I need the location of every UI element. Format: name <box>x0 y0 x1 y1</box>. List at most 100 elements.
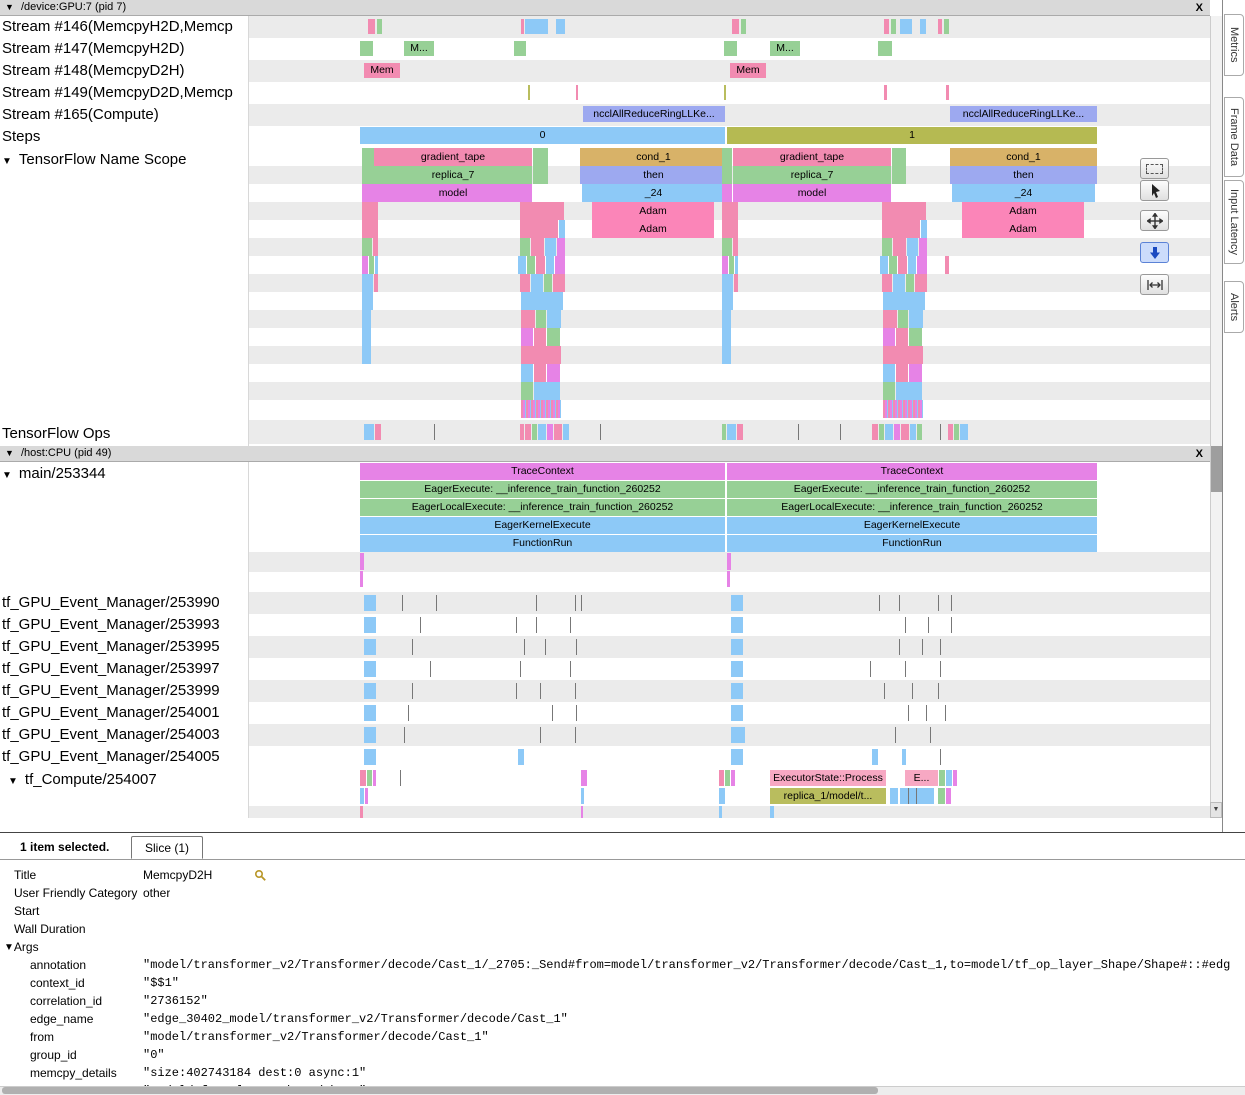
marquee-tool-button[interactable] <box>1140 158 1169 179</box>
trace-event[interactable] <box>722 148 732 166</box>
trace-event[interactable] <box>884 19 889 34</box>
trace-event[interactable]: _24 <box>952 184 1095 202</box>
trace-event[interactable] <box>360 41 373 56</box>
trace-event[interactable] <box>521 400 561 418</box>
trace-event[interactable]: gradient_tape <box>733 148 891 166</box>
trace-event[interactable] <box>364 639 376 655</box>
trace-event[interactable] <box>520 238 530 256</box>
trace-event[interactable] <box>920 19 926 34</box>
trace-event[interactable] <box>545 238 556 256</box>
trace-event[interactable] <box>884 85 887 100</box>
trace-event[interactable] <box>364 749 376 765</box>
trace-event[interactable] <box>719 806 722 818</box>
trace-event[interactable] <box>727 424 736 440</box>
trace-event[interactable] <box>547 364 560 382</box>
trace-event[interactable]: Adam <box>962 202 1084 220</box>
trace-event[interactable] <box>731 661 743 677</box>
trace-event[interactable] <box>581 788 584 804</box>
zoom-tool-button[interactable] <box>1140 242 1169 263</box>
row-label[interactable]: ▼tf_Compute/254007 <box>8 771 157 788</box>
trace-event[interactable] <box>731 617 743 633</box>
trace-event[interactable]: Mem <box>730 63 766 78</box>
trace-event[interactable] <box>521 310 535 328</box>
vertical-scrollbar-thumb[interactable] <box>1211 446 1222 492</box>
trace-event[interactable]: model <box>374 184 532 202</box>
trace-event[interactable] <box>722 184 732 202</box>
trace-event[interactable]: gradient_tape <box>374 148 532 166</box>
trace-event[interactable] <box>360 770 366 786</box>
trace-event[interactable] <box>722 202 738 220</box>
trace-event[interactable] <box>946 85 949 100</box>
row-label[interactable]: ▼main/253344 <box>2 465 106 482</box>
trace-event[interactable] <box>520 424 524 440</box>
trace-event[interactable]: replica_7 <box>374 166 532 184</box>
pan-tool-button[interactable] <box>1140 210 1169 231</box>
trace-event[interactable] <box>883 364 895 382</box>
trace-event[interactable] <box>878 41 892 56</box>
trace-event[interactable] <box>554 424 562 440</box>
trace-event[interactable]: EagerExecute: __inference_train_function… <box>727 481 1097 498</box>
trace-event[interactable] <box>939 770 945 786</box>
trace-event[interactable] <box>894 424 900 440</box>
trace-event[interactable] <box>917 424 922 440</box>
trace-event[interactable] <box>531 274 543 292</box>
trace-event[interactable] <box>532 424 537 440</box>
trace-event[interactable] <box>737 424 743 440</box>
trace-event[interactable] <box>553 274 565 292</box>
trace-event[interactable] <box>547 310 561 328</box>
trace-event[interactable] <box>896 328 908 346</box>
trace-event[interactable] <box>900 19 912 34</box>
trace-event[interactable] <box>909 328 922 346</box>
trace-event[interactable] <box>882 238 892 256</box>
trace-event[interactable]: EagerExecute: __inference_train_function… <box>360 481 725 498</box>
trace-event[interactable] <box>724 85 726 100</box>
trace-event[interactable] <box>722 274 733 292</box>
trace-event[interactable] <box>883 346 923 364</box>
trace-event[interactable] <box>362 256 368 274</box>
expander-icon[interactable]: ▼ <box>2 156 12 167</box>
trace-event[interactable] <box>365 788 368 804</box>
pointer-tool-button[interactable] <box>1140 180 1169 201</box>
trace-event[interactable] <box>362 184 374 202</box>
trace-event[interactable] <box>722 424 726 440</box>
trace-event[interactable] <box>893 274 905 292</box>
trace-event[interactable] <box>520 274 530 292</box>
vertical-scrollbar[interactable] <box>1210 16 1222 818</box>
cpu-close-button[interactable]: X <box>1196 447 1203 462</box>
trace-event[interactable] <box>556 19 565 34</box>
trace-event[interactable] <box>727 553 731 570</box>
trace-event[interactable] <box>375 424 381 440</box>
trace-event[interactable]: cond_1 <box>580 148 727 166</box>
trace-event[interactable] <box>576 85 578 100</box>
trace-event[interactable] <box>946 788 951 804</box>
trace-event[interactable]: model <box>733 184 891 202</box>
trace-event[interactable] <box>547 424 553 440</box>
trace-event[interactable] <box>533 166 548 184</box>
trace-event[interactable] <box>360 806 363 818</box>
trace-event[interactable] <box>946 770 952 786</box>
trace-event[interactable]: Adam <box>592 202 714 220</box>
side-tab-input-latency[interactable]: Input Latency <box>1224 180 1244 264</box>
trace-event[interactable]: 0 <box>360 127 725 144</box>
trace-event[interactable] <box>364 727 376 743</box>
trace-event[interactable] <box>731 705 743 721</box>
trace-event[interactable]: Adam <box>962 220 1084 238</box>
trace-event[interactable] <box>722 292 733 310</box>
trace-event[interactable] <box>908 256 916 274</box>
trace-event[interactable] <box>536 256 545 274</box>
trace-event[interactable] <box>362 220 378 238</box>
trace-event[interactable] <box>362 274 373 292</box>
trace-event[interactable] <box>907 238 918 256</box>
trace-event[interactable]: EagerLocalExecute: __inference_train_fun… <box>360 499 725 516</box>
trace-event[interactable] <box>909 310 923 328</box>
trace-event[interactable] <box>727 571 730 587</box>
trace-event[interactable] <box>938 19 942 34</box>
trace-event[interactable] <box>732 19 739 34</box>
trace-event[interactable] <box>362 166 374 184</box>
trace-event[interactable] <box>896 382 922 400</box>
trace-event[interactable] <box>733 238 738 256</box>
trace-event[interactable] <box>902 749 906 765</box>
trace-event[interactable] <box>919 238 927 256</box>
trace-event[interactable] <box>364 595 376 611</box>
trace-event[interactable] <box>953 770 957 786</box>
